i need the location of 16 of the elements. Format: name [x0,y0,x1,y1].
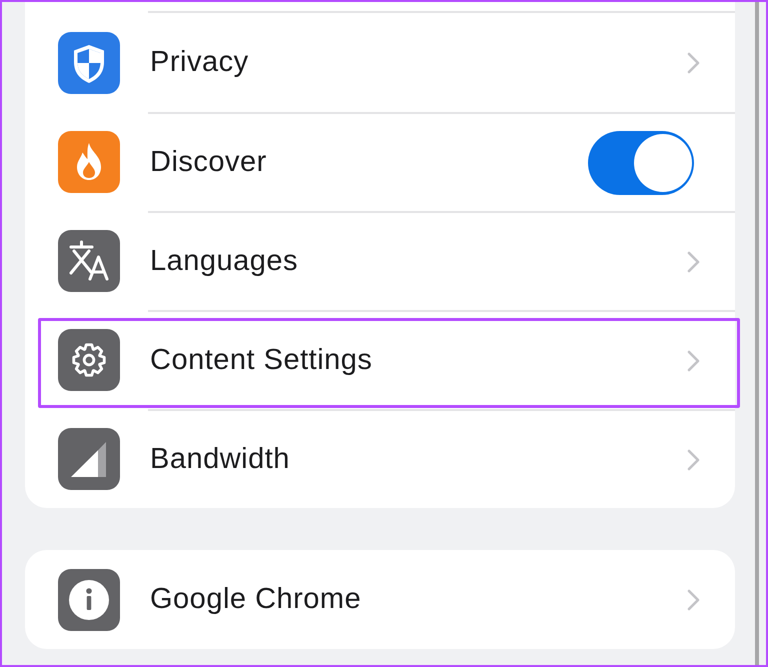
settings-row[interactable]: Google Chrome [25,550,735,649]
chevron-icon [687,250,700,272]
chevron-icon [687,448,700,470]
settings-row[interactable]: Languages [25,211,735,310]
info-icon [58,568,120,630]
settings-row[interactable]: Content Settings [25,310,735,409]
settings-row[interactable]: Privacy [25,13,735,112]
translate-icon [58,230,120,292]
chevron-icon [687,588,700,610]
chevron-icon [687,350,700,372]
chevron-icon [687,52,700,74]
settings-row[interactable]: Bandwidth [25,409,735,508]
setting-label: Discover [150,146,268,179]
gear-icon [58,328,120,390]
flame-icon [58,130,120,192]
shield-icon [58,32,120,94]
